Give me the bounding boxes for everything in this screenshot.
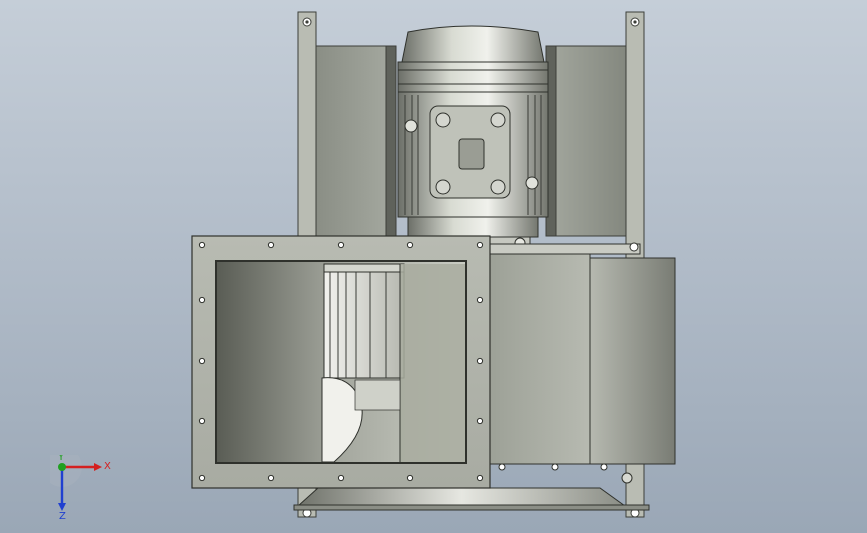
fan-assembly-model[interactable]: [0, 0, 867, 533]
cad-viewport[interactable]: X Y Z: [0, 0, 867, 533]
base-plate: [293, 487, 650, 511]
fan-housing: [489, 242, 676, 484]
x-axis-label: X: [104, 461, 111, 472]
motor: [397, 25, 549, 252]
orientation-triad: X Y Z: [50, 455, 111, 520]
z-axis-label: Z: [59, 511, 66, 520]
side-panel-left: [315, 45, 397, 237]
y-axis: [58, 463, 66, 471]
side-panel-right: [545, 45, 627, 237]
y-axis-label: Y: [57, 455, 65, 463]
